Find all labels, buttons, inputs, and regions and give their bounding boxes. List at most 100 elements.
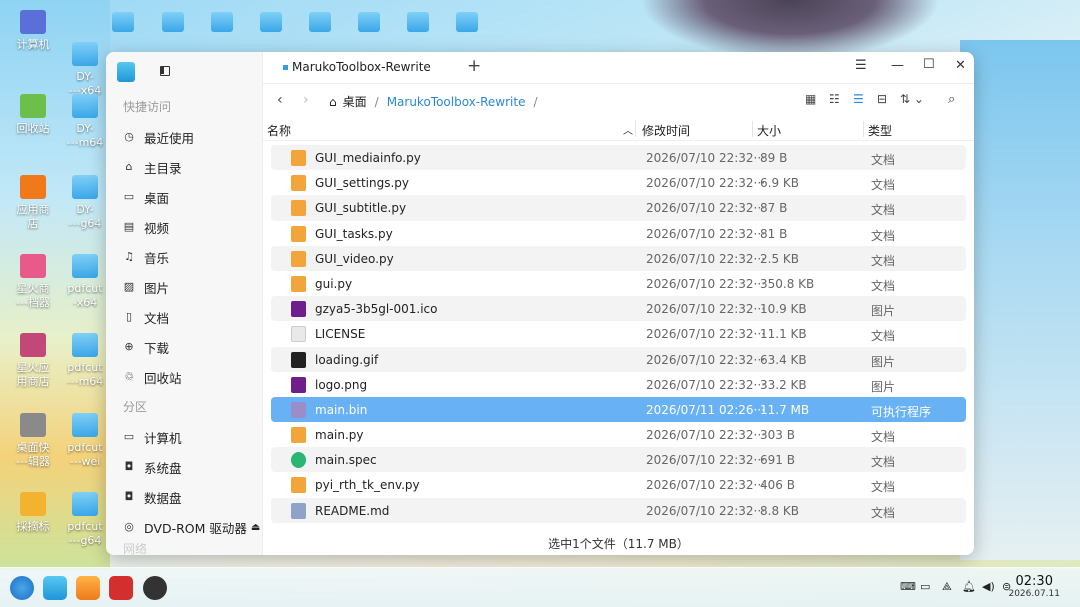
folder-dy-g64-icon[interactable]: DY- ---g64 xyxy=(60,175,110,231)
sidebar-item-3[interactable]: ▤ 视频 xyxy=(106,212,262,242)
battery-tray-icon[interactable]: ▭ xyxy=(920,580,930,593)
column-type[interactable]: 类型 xyxy=(868,122,892,139)
file-row[interactable]: gui.py 2026/07/10 22:32··· 350.8 KB 文档 xyxy=(271,271,966,296)
menu-icon[interactable]: ☰ xyxy=(855,58,867,73)
column-name[interactable]: 名称 xyxy=(267,122,291,139)
sort-ascending-icon[interactable]: ︿ xyxy=(623,122,633,137)
trash-desktop-icon[interactable]: 回收站 xyxy=(8,94,58,136)
file-row[interactable]: main.py 2026/07/10 22:32··· 303 B 文档 xyxy=(271,422,966,447)
file-row[interactable]: logo.png 2026/07/10 22:32··· 33.2 KB 图片 xyxy=(271,372,966,397)
list-view-icon[interactable]: ☷ xyxy=(829,92,840,106)
folder-dy-x64-icon[interactable]: DY- ---x64 xyxy=(60,42,110,98)
sidebar-item-2[interactable]: ▭ 桌面 xyxy=(106,182,262,212)
forward-icon[interactable]: › xyxy=(303,92,309,108)
file-row[interactable]: GUI_subtitle.py 2026/07/10 22:32··· 87 B 文档 xyxy=(271,195,966,221)
file-row[interactable]: main.bin 2026/07/11 02:26··· 11.7 MB 可执行程序 xyxy=(271,396,966,423)
file-modified: 2026/07/10 22:32··· xyxy=(646,453,766,468)
column-divider[interactable] xyxy=(863,121,864,137)
file-type: 图片 xyxy=(871,354,896,369)
breadcrumb-desktop[interactable]: 桌面 xyxy=(343,93,367,110)
sidebar-partition-2[interactable]: ◘ 数据盘 xyxy=(106,482,262,512)
maximize-icon[interactable]: ☐ xyxy=(923,57,935,72)
sidebar-item-8[interactable]: ♲ 回收站 xyxy=(106,362,262,392)
sidebar-item-4[interactable]: ♫ 音乐 xyxy=(106,242,262,272)
network-tray-icon[interactable]: ⟁ xyxy=(942,580,952,594)
file-row[interactable]: main.spec 2026/07/10 22:32··· 691 B 文档 xyxy=(271,447,966,473)
close-icon[interactable]: ✕ xyxy=(955,58,966,73)
desktop-icon-label: 计算机 xyxy=(16,38,50,51)
terminal-taskbar-icon[interactable] xyxy=(109,576,133,600)
desktop-shortcut-editor-icon[interactable]: 桌面快 ---辑器 xyxy=(8,413,58,469)
column-divider[interactable] xyxy=(635,121,636,137)
sidebar-item-5[interactable]: ▨ 图片 xyxy=(106,272,262,302)
launcher-icon[interactable] xyxy=(10,576,34,600)
file-row[interactable]: loading.gif 2026/07/10 22:32··· 63.4 KB 图片 xyxy=(271,346,966,372)
column-modified[interactable]: 修改时间 xyxy=(642,122,690,139)
file-row[interactable]: GUI_tasks.py 2026/07/10 22:32··· 81 B 文档 xyxy=(271,221,966,246)
sidebar-partition-1[interactable]: ◘ 系统盘 xyxy=(106,452,262,482)
sidebar-item-1[interactable]: ⌂ 主目录 xyxy=(106,152,262,182)
sidebar-item-label: 图片 xyxy=(144,280,170,296)
search-icon[interactable]: ⌕ xyxy=(948,92,955,107)
settings-gear-icon[interactable] xyxy=(143,576,167,600)
minimize-icon[interactable]: — xyxy=(891,58,904,73)
folder-icon[interactable] xyxy=(112,12,134,32)
spark-store-desktop-icon[interactable]: 星火商 ---档器 xyxy=(8,254,58,310)
file-row[interactable]: README.md 2026/07/10 22:32··· 8.8 KB 文档 xyxy=(271,497,966,523)
folder-icon[interactable] xyxy=(358,12,380,32)
icon-view-icon[interactable]: ▦ xyxy=(805,92,816,106)
volume-icon[interactable]: ◀) xyxy=(982,580,995,593)
file-row[interactable]: gzya5-3b5gl-001.ico 2026/07/10 22:32··· 10… xyxy=(271,296,966,322)
file-size: 6.9 KB xyxy=(760,176,799,191)
file-row[interactable]: GUI_video.py 2026/07/10 22:32··· 2.5 KB 文档 xyxy=(271,245,966,271)
file-row[interactable]: GUI_settings.py 2026/07/10 22:32··· 6.9 KB… xyxy=(271,170,966,195)
folder-icon[interactable] xyxy=(211,12,233,32)
spark-app-store-icon[interactable]: 星火应 用商店 xyxy=(8,333,58,389)
sidebar-toggle-icon[interactable] xyxy=(160,66,170,76)
picture-icon: ▨ xyxy=(123,280,135,293)
tab-marukotoolbox[interactable]: MarukoToolbox-Rewrite xyxy=(283,60,431,74)
file-row[interactable]: GUI_mediainfo.py 2026/07/10 22:32··· 89 B 文… xyxy=(271,145,966,171)
sidebar-partition-3[interactable]: ◎ DVD-ROM 驱动器 ⏏ xyxy=(106,512,262,542)
file-row[interactable]: pyi_rth_tk_env.py 2026/07/10 22:32··· 406 … xyxy=(271,472,966,497)
eject-icon[interactable]: ⏏ xyxy=(251,522,260,533)
folder-icon[interactable] xyxy=(260,12,282,32)
file-size: 691 B xyxy=(760,453,795,468)
file-modified: 2026/07/10 22:32··· xyxy=(646,201,766,216)
folder-pdfcut-wei-icon[interactable]: pdfcut ---wei xyxy=(60,413,110,469)
folder-pdfcut-g64-icon[interactable]: pdfcut ---g64 xyxy=(60,492,110,548)
folder-dy-m64-icon[interactable]: DY- ---m64 xyxy=(60,94,110,150)
picker-desktop-icon[interactable]: 採摘标 xyxy=(8,492,58,534)
new-tab-button[interactable]: + xyxy=(467,56,481,76)
tree-view-icon[interactable]: ☰ xyxy=(853,92,864,106)
folder-pdfcut-m64-icon[interactable]: pdfcut ---m64 xyxy=(60,333,110,389)
folder-icon[interactable] xyxy=(456,12,478,32)
folder-icon[interactable] xyxy=(162,12,184,32)
sidebar-partition-0[interactable]: ▭ 计算机 xyxy=(106,422,262,452)
app-store-desktop-icon[interactable]: 应用商 店 xyxy=(8,175,58,231)
column-divider[interactable] xyxy=(752,121,753,137)
folder-icon[interactable] xyxy=(309,12,331,32)
preview-icon[interactable]: ⊟ xyxy=(877,92,887,106)
breadcrumb-current[interactable]: MarukoToolbox-Rewrite xyxy=(387,95,526,109)
file-py-icon xyxy=(291,175,306,192)
app-store-taskbar-icon[interactable] xyxy=(76,576,100,600)
file-row[interactable]: LICENSE 2026/07/10 22:32··· 11.1 KB 文档 xyxy=(271,321,966,346)
computer-desktop-icon[interactable]: 计算机 xyxy=(8,10,58,52)
folder-icon[interactable] xyxy=(407,12,429,32)
sidebar-item-0[interactable]: ◷ 最近使用 xyxy=(106,122,262,152)
navigation-bar: ‹ › ⌂ 桌面 / MarukoToolbox-Rewrite / ▦ ☷ ☰… xyxy=(263,84,974,117)
back-icon[interactable]: ‹ xyxy=(277,92,283,108)
sort-icon[interactable]: ⇅ ⌄ xyxy=(900,92,924,106)
file-type: 文档 xyxy=(871,228,896,243)
notification-bell-icon[interactable]: 🔔︎ xyxy=(962,580,976,593)
sidebar-item-6[interactable]: ▯ 文档 xyxy=(106,302,262,332)
keyboard-tray-icon[interactable]: ⌨ xyxy=(900,580,916,593)
document-icon: ▯ xyxy=(125,310,133,323)
file-manager-taskbar-icon[interactable] xyxy=(43,576,67,600)
folder-pdfcut-x64-icon[interactable]: pdfcut -x64 xyxy=(60,254,110,310)
column-size[interactable]: 大小 xyxy=(757,122,781,139)
desktop-icon: ▭ xyxy=(123,190,135,203)
clock[interactable]: 02:30 2026.07.11 xyxy=(1008,574,1060,599)
sidebar-item-7[interactable]: ⊕ 下载 xyxy=(106,332,262,362)
